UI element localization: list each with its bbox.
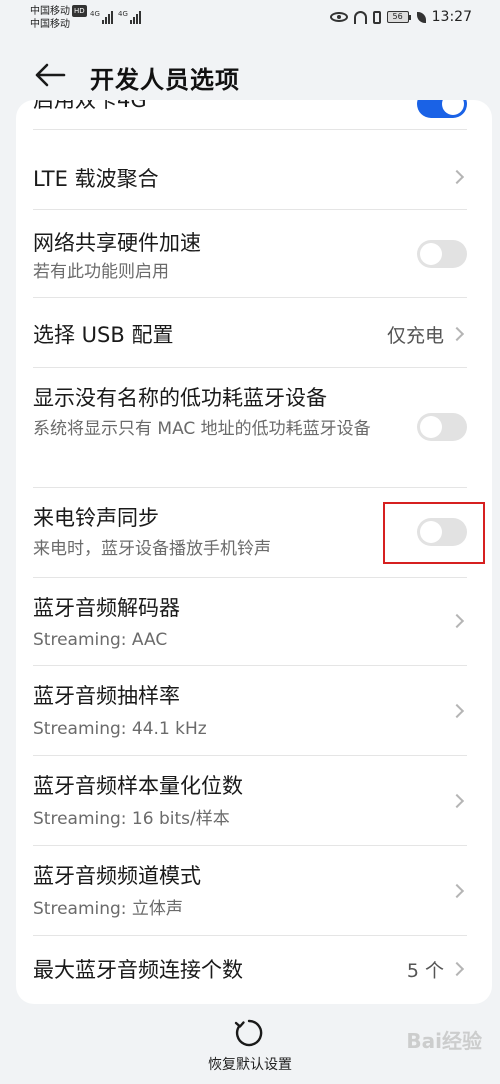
eye-comfort-icon <box>329 12 348 22</box>
reset-defaults-label: 恢复默认设置 <box>208 1057 292 1073</box>
setting-usb-config-title: 选择 USB 配置 <box>33 323 174 347</box>
setting-bt-channel-title: 蓝牙音频频道模式 <box>33 864 201 888</box>
status-icons: 56 13:27 <box>329 9 472 25</box>
chevron-right-icon <box>449 703 465 719</box>
setting-ble-unnamed-title: 显示没有名称的低功耗蓝牙设备 <box>33 386 327 410</box>
back-arrow-icon[interactable] <box>34 62 66 88</box>
setting-bt-bits-title: 蓝牙音频样本量化位数 <box>33 774 243 798</box>
status-time: 13:27 <box>431 9 472 25</box>
battery-level: 56 <box>386 11 409 23</box>
setting-ble-unnamed[interactable]: 显示没有名称的低功耗蓝牙设备 系统将显示只有 MAC 地址的低功耗蓝牙设备 <box>16 368 492 488</box>
signal-2-icon: 4G <box>118 10 141 24</box>
signal-1-label: 4G <box>90 10 100 18</box>
vibrate-icon <box>372 10 381 24</box>
setting-ble-unnamed-subtitle: 系统将显示只有 MAC 地址的低功耗蓝牙设备 <box>33 419 371 439</box>
ble-unnamed-toggle[interactable] <box>417 413 467 441</box>
signal-1-icon: 4G <box>90 10 113 24</box>
setting-usb-config[interactable]: 选择 USB 配置 仅充电 <box>16 298 492 368</box>
status-bar: 中国移动 HD 中国移动 4G 4G 56 13:27 <box>0 0 500 40</box>
headphone-icon <box>353 10 367 24</box>
annotation-highlight-box <box>383 502 485 564</box>
setting-bt-channel-subtitle: Streaming: 立体声 <box>33 899 183 919</box>
setting-bt-bits[interactable]: 蓝牙音频样本量化位数 Streaming: 16 bits/样本 <box>16 756 492 846</box>
watermark: Bai经验 <box>406 1029 482 1053</box>
setting-bt-max-conn-title: 最大蓝牙音频连接个数 <box>33 958 243 982</box>
chevron-right-icon <box>449 793 465 809</box>
setting-tether-accel[interactable]: 网络共享硬件加速 若有此功能则启用 <box>16 210 492 298</box>
setting-bt-codec[interactable]: 蓝牙音频解码器 Streaming: AAC <box>16 578 492 666</box>
carrier-2-label: 中国移动 <box>30 19 70 30</box>
tether-accel-toggle[interactable] <box>417 240 467 268</box>
power-saving-leaf-icon <box>416 11 426 23</box>
dual-4g-toggle[interactable] <box>417 100 467 118</box>
setting-bt-sample-rate[interactable]: 蓝牙音频抽样率 Streaming: 44.1 kHz <box>16 666 492 756</box>
setting-tether-accel-subtitle: 若有此功能则启用 <box>33 262 169 282</box>
setting-bt-sample-rate-title: 蓝牙音频抽样率 <box>33 684 180 708</box>
setting-bt-bits-subtitle: Streaming: 16 bits/样本 <box>33 809 230 829</box>
chevron-right-icon <box>449 961 465 977</box>
setting-lte-ca-title: LTE 载波聚合 <box>33 167 159 191</box>
setting-lte-ca[interactable]: LTE 载波聚合 <box>16 130 492 210</box>
hd-badge: HD <box>72 5 87 17</box>
carrier-1: 中国移动 HD <box>30 5 87 18</box>
setting-ringtone-sync-title: 来电铃声同步 <box>33 506 159 530</box>
chevron-right-icon <box>449 326 465 342</box>
signal-2-label: 4G <box>118 10 128 18</box>
setting-ringtone-sync-subtitle: 来电时，蓝牙设备播放手机铃声 <box>33 539 271 559</box>
chevron-right-icon <box>449 169 465 185</box>
setting-dual-4g[interactable]: 启用双卡4G <box>16 100 492 130</box>
page-title: 开发人员选项 <box>90 66 240 94</box>
setting-tether-accel-title: 网络共享硬件加速 <box>33 231 201 255</box>
setting-bt-codec-title: 蓝牙音频解码器 <box>33 596 180 620</box>
chevron-right-icon <box>449 613 465 629</box>
setting-bt-max-conn-value: 5 个 <box>406 960 444 982</box>
header: 开发人员选项 <box>0 52 500 100</box>
carrier-1-label: 中国移动 <box>30 6 70 17</box>
battery-icon: 56 <box>386 11 411 23</box>
setting-bt-channel[interactable]: 蓝牙音频频道模式 Streaming: 立体声 <box>16 846 492 936</box>
setting-bt-codec-subtitle: Streaming: AAC <box>33 630 168 650</box>
reset-icon <box>234 1019 263 1047</box>
setting-bt-max-conn[interactable]: 最大蓝牙音频连接个数 5 个 <box>16 936 492 1004</box>
setting-dual-4g-title: 启用双卡4G <box>33 100 147 112</box>
setting-bt-sample-rate-subtitle: Streaming: 44.1 kHz <box>33 719 207 739</box>
chevron-right-icon <box>449 883 465 899</box>
setting-usb-config-value: 仅充电 <box>386 325 444 347</box>
